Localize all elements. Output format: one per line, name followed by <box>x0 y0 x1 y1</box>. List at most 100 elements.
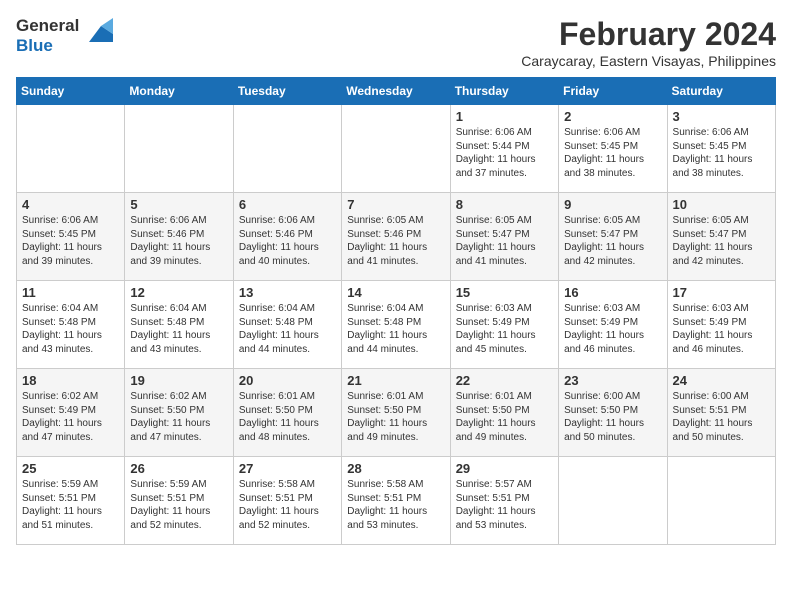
cell-content: Sunrise: 6:06 AMSunset: 5:45 PMDaylight:… <box>564 126 661 180</box>
cell-content: Sunrise: 5:59 AMSunset: 5:51 PMDaylight:… <box>130 478 227 532</box>
day-number: 4 <box>22 197 119 212</box>
cell-content: Sunrise: 6:04 AMSunset: 5:48 PMDaylight:… <box>22 302 119 356</box>
day-cell: 16 Sunrise: 6:03 AMSunset: 5:49 PMDayligh… <box>559 281 667 369</box>
day-cell: 22 Sunrise: 6:01 AMSunset: 5:50 PMDayligh… <box>450 369 558 457</box>
day-cell: 18 Sunrise: 6:02 AMSunset: 5:49 PMDayligh… <box>17 369 125 457</box>
cell-content: Sunrise: 6:03 AMSunset: 5:49 PMDaylight:… <box>564 302 661 356</box>
cell-content: Sunrise: 6:03 AMSunset: 5:49 PMDaylight:… <box>456 302 553 356</box>
cell-content: Sunrise: 6:02 AMSunset: 5:49 PMDaylight:… <box>22 390 119 444</box>
logo-general: General <box>16 16 79 35</box>
day-cell: 8 Sunrise: 6:05 AMSunset: 5:47 PMDaylight… <box>450 193 558 281</box>
col-header-friday: Friday <box>559 78 667 105</box>
day-cell: 25 Sunrise: 5:59 AMSunset: 5:51 PMDayligh… <box>17 457 125 545</box>
cell-content: Sunrise: 6:06 AMSunset: 5:46 PMDaylight:… <box>239 214 336 268</box>
day-number: 28 <box>347 461 444 476</box>
col-header-monday: Monday <box>125 78 233 105</box>
day-cell: 13Sunrise: 6:04 AMSunset: 5:48 PMDayligh… <box>233 281 341 369</box>
day-cell: 2 Sunrise: 6:06 AMSunset: 5:45 PMDaylight… <box>559 105 667 193</box>
cell-content: Sunrise: 6:06 AMSunset: 5:44 PMDaylight:… <box>456 126 553 180</box>
cell-content: Sunrise: 6:02 AMSunset: 5:50 PMDaylight:… <box>130 390 227 444</box>
header-row: SundayMondayTuesdayWednesdayThursdayFrid… <box>17 78 776 105</box>
day-number: 9 <box>564 197 661 212</box>
col-header-sunday: Sunday <box>17 78 125 105</box>
week-row-3: 18 Sunrise: 6:02 AMSunset: 5:49 PMDayligh… <box>17 369 776 457</box>
cell-content: Sunrise: 5:58 AMSunset: 5:51 PMDaylight:… <box>239 478 336 532</box>
day-cell <box>233 105 341 193</box>
day-cell <box>667 457 775 545</box>
day-cell: 11 Sunrise: 6:04 AMSunset: 5:48 PMDayligh… <box>17 281 125 369</box>
cell-content: Sunrise: 6:06 AMSunset: 5:45 PMDaylight:… <box>22 214 119 268</box>
day-number: 12 <box>130 285 227 300</box>
cell-content: Sunrise: 6:00 AMSunset: 5:51 PMDaylight:… <box>673 390 770 444</box>
logo-icon <box>81 18 113 50</box>
header: General Blue February 2024 Caraycaray, E… <box>16 16 776 69</box>
day-number: 22 <box>456 373 553 388</box>
cell-content: Sunrise: 5:57 AMSunset: 5:51 PMDaylight:… <box>456 478 553 532</box>
cell-content: Sunrise: 6:04 AMSunset: 5:48 PMDaylight:… <box>239 302 336 356</box>
day-cell: 5Sunrise: 6:06 AMSunset: 5:46 PMDaylight… <box>125 193 233 281</box>
day-cell: 19 Sunrise: 6:02 AMSunset: 5:50 PMDayligh… <box>125 369 233 457</box>
day-cell: 6 Sunrise: 6:06 AMSunset: 5:46 PMDaylight… <box>233 193 341 281</box>
day-number: 8 <box>456 197 553 212</box>
day-number: 1 <box>456 109 553 124</box>
day-cell: 9 Sunrise: 6:05 AMSunset: 5:47 PMDaylight… <box>559 193 667 281</box>
day-number: 19 <box>130 373 227 388</box>
day-cell: 1 Sunrise: 6:06 AMSunset: 5:44 PMDaylight… <box>450 105 558 193</box>
day-number: 3 <box>673 109 770 124</box>
day-cell: 4 Sunrise: 6:06 AMSunset: 5:45 PMDaylight… <box>17 193 125 281</box>
day-cell <box>17 105 125 193</box>
col-header-tuesday: Tuesday <box>233 78 341 105</box>
cell-content: Sunrise: 6:04 AMSunset: 5:48 PMDaylight:… <box>347 302 444 356</box>
day-number: 29 <box>456 461 553 476</box>
day-number: 15 <box>456 285 553 300</box>
day-cell: 15 Sunrise: 6:03 AMSunset: 5:49 PMDayligh… <box>450 281 558 369</box>
logo-blue: Blue <box>16 36 53 55</box>
day-cell <box>559 457 667 545</box>
cell-content: Sunrise: 6:05 AMSunset: 5:46 PMDaylight:… <box>347 214 444 268</box>
cell-content: Sunrise: 6:01 AMSunset: 5:50 PMDaylight:… <box>456 390 553 444</box>
day-number: 20 <box>239 373 336 388</box>
title-block: February 2024 Caraycaray, Eastern Visaya… <box>521 16 776 69</box>
day-cell: 28Sunrise: 5:58 AMSunset: 5:51 PMDayligh… <box>342 457 450 545</box>
cell-content: Sunrise: 6:05 AMSunset: 5:47 PMDaylight:… <box>456 214 553 268</box>
day-number: 18 <box>22 373 119 388</box>
cell-content: Sunrise: 6:04 AMSunset: 5:48 PMDaylight:… <box>130 302 227 356</box>
day-cell: 20 Sunrise: 6:01 AMSunset: 5:50 PMDayligh… <box>233 369 341 457</box>
day-cell: 21Sunrise: 6:01 AMSunset: 5:50 PMDayligh… <box>342 369 450 457</box>
day-number: 6 <box>239 197 336 212</box>
day-number: 10 <box>673 197 770 212</box>
day-number: 24 <box>673 373 770 388</box>
logo: General Blue <box>16 16 113 55</box>
day-cell: 24 Sunrise: 6:00 AMSunset: 5:51 PMDayligh… <box>667 369 775 457</box>
day-number: 7 <box>347 197 444 212</box>
cell-content: Sunrise: 6:03 AMSunset: 5:49 PMDaylight:… <box>673 302 770 356</box>
day-number: 11 <box>22 285 119 300</box>
cell-content: Sunrise: 6:05 AMSunset: 5:47 PMDaylight:… <box>564 214 661 268</box>
day-cell: 10 Sunrise: 6:05 AMSunset: 5:47 PMDayligh… <box>667 193 775 281</box>
day-cell: 14 Sunrise: 6:04 AMSunset: 5:48 PMDayligh… <box>342 281 450 369</box>
day-number: 26 <box>130 461 227 476</box>
day-cell <box>342 105 450 193</box>
month-year: February 2024 <box>521 16 776 53</box>
week-row-0: 1 Sunrise: 6:06 AMSunset: 5:44 PMDaylight… <box>17 105 776 193</box>
cell-content: Sunrise: 6:05 AMSunset: 5:47 PMDaylight:… <box>673 214 770 268</box>
cell-content: Sunrise: 6:00 AMSunset: 5:50 PMDaylight:… <box>564 390 661 444</box>
day-number: 16 <box>564 285 661 300</box>
day-number: 2 <box>564 109 661 124</box>
week-row-4: 25 Sunrise: 5:59 AMSunset: 5:51 PMDayligh… <box>17 457 776 545</box>
day-number: 23 <box>564 373 661 388</box>
day-number: 14 <box>347 285 444 300</box>
cell-content: Sunrise: 5:59 AMSunset: 5:51 PMDaylight:… <box>22 478 119 532</box>
day-cell: 29 Sunrise: 5:57 AMSunset: 5:51 PMDayligh… <box>450 457 558 545</box>
day-number: 25 <box>22 461 119 476</box>
day-cell: 26 Sunrise: 5:59 AMSunset: 5:51 PMDayligh… <box>125 457 233 545</box>
cell-content: Sunrise: 6:06 AMSunset: 5:46 PMDaylight:… <box>130 214 227 268</box>
calendar-table: SundayMondayTuesdayWednesdayThursdayFrid… <box>16 77 776 545</box>
week-row-1: 4 Sunrise: 6:06 AMSunset: 5:45 PMDaylight… <box>17 193 776 281</box>
cell-content: Sunrise: 6:01 AMSunset: 5:50 PMDaylight:… <box>347 390 444 444</box>
col-header-thursday: Thursday <box>450 78 558 105</box>
day-cell: 7 Sunrise: 6:05 AMSunset: 5:46 PMDaylight… <box>342 193 450 281</box>
col-header-wednesday: Wednesday <box>342 78 450 105</box>
day-cell: 27Sunrise: 5:58 AMSunset: 5:51 PMDayligh… <box>233 457 341 545</box>
cell-content: Sunrise: 6:01 AMSunset: 5:50 PMDaylight:… <box>239 390 336 444</box>
